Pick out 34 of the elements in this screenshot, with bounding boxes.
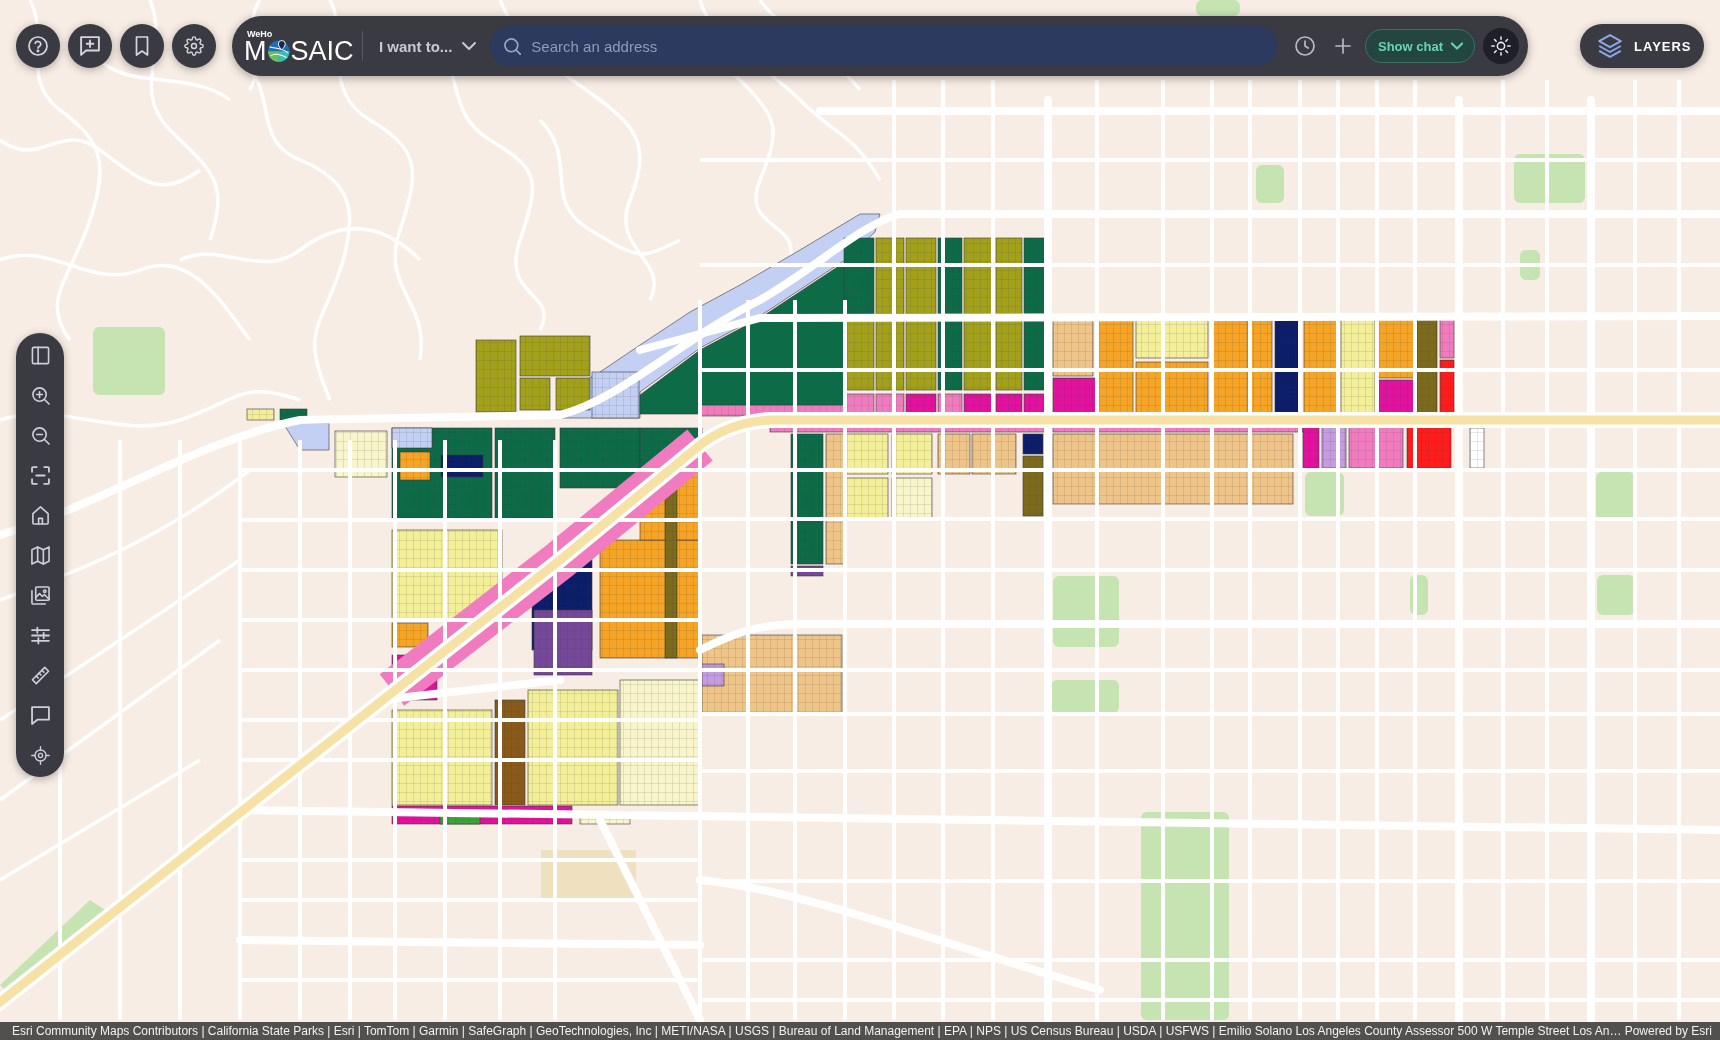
logo-letter: M [244,38,267,64]
attribution-text: Esri Community Maps Contributors | California State Parks | Esri | TomTom | Garmin | SafeGraph | GeoTechnologies, Inc | METI/NASA | USGS | Bureau of Land Management | EPA | NPS | US Census Bureau | USDA | USFWS | Emilio Solano Los Angeles County Assessor 500 W Temple Street Los An… [12,1024,1622,1038]
clock-icon [1295,36,1315,56]
history-button[interactable] [1295,36,1315,56]
home-icon [30,505,50,525]
frame-icon [30,465,50,485]
globe-logo-icon [267,40,290,62]
settings-icon [184,36,204,56]
crosshair-icon [30,745,50,765]
chevron-down-icon [1451,40,1463,52]
chevron-down-icon [462,39,477,53]
image-icon [30,585,50,605]
layers-button[interactable]: LAYERS [1580,24,1704,68]
ruler-icon [30,665,50,685]
plus-icon [1335,38,1351,54]
speech-bubble-icon [30,705,50,725]
message-plus-icon [80,36,100,56]
sliders-icon [30,625,50,645]
help-icon [28,36,48,56]
logo-text: SAIC [290,38,354,64]
theme-button[interactable] [1483,28,1519,64]
zoom-out-icon [30,425,50,445]
zoom-in-icon [30,385,50,405]
sidebar-icon [30,345,50,365]
add-button[interactable] [1335,38,1351,54]
show-chat-button[interactable]: Show chat [1365,29,1475,63]
search-field[interactable]: Search an address [490,26,1277,66]
layers-icon [1598,34,1622,58]
sun-icon [1491,36,1511,56]
powered-by-text: Powered by Esri [1624,1024,1712,1038]
search-icon [504,37,522,55]
logo-tagline: WeHo [247,28,274,39]
map-icon [30,545,50,565]
i-want-to-dropdown[interactable]: I want to... [373,31,483,61]
